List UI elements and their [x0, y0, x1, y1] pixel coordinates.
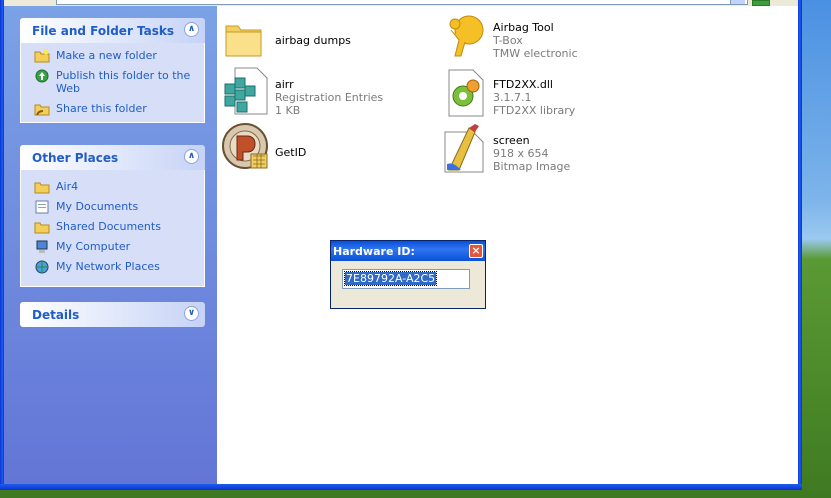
hardware-id-value: 7E89792A-A2C5: [343, 271, 438, 286]
file-item[interactable]: GetID: [221, 122, 421, 174]
dialog-title-bar[interactable]: Hardware ID: ×: [331, 241, 485, 261]
file-item[interactable]: screen 918 x 654 Bitmap Image: [439, 122, 639, 178]
file-name: airr: [275, 78, 294, 91]
task-publish-web[interactable]: Publish this folder to the Web: [21, 69, 204, 95]
file-item[interactable]: Airbag Tool T-Box TMW electronic: [443, 12, 643, 64]
folder-icon: [225, 25, 262, 57]
file-list-area: airbag dumps Airbag Tool T-Box TMW elect…: [217, 6, 798, 484]
place-my-computer[interactable]: My Computer: [21, 240, 204, 253]
place-air4[interactable]: Air4: [21, 180, 204, 194]
place-label: Shared Documents: [56, 220, 161, 233]
file-description: FTD2XX library: [493, 104, 576, 117]
airbag-app-icon: [449, 15, 484, 57]
hardware-id-dialog: Hardware ID: × 7E89792A-A2C5: [330, 240, 486, 309]
place-my-network-places[interactable]: My Network Places: [21, 260, 204, 274]
window-frame-left: [0, 0, 4, 490]
file-company: T-Box: [493, 34, 523, 47]
file-item[interactable]: airbag dumps: [225, 12, 425, 64]
file-item[interactable]: airr Registration Entries 1 KB: [221, 66, 421, 118]
file-name: GetID: [275, 146, 307, 159]
folder-icon: [34, 182, 50, 194]
shared-folder-icon: [34, 222, 50, 234]
close-icon[interactable]: ×: [469, 244, 483, 258]
place-my-documents[interactable]: My Documents: [21, 200, 204, 214]
file-type: Bitmap Image: [493, 160, 571, 173]
file-type: Registration Entries: [275, 91, 384, 104]
task-label: Share this folder: [56, 102, 147, 115]
place-shared-documents[interactable]: Shared Documents: [21, 220, 204, 234]
collapse-chevron-icon[interactable]: ∧: [184, 149, 199, 164]
other-places-panel: Other Places ∧ Air4 My Documents Shared …: [20, 145, 205, 287]
publish-web-icon: [35, 69, 49, 83]
address-dropdown-button[interactable]: [730, 0, 745, 4]
file-folder-tasks-body: Make a new folder Publish this folder to…: [20, 43, 205, 123]
file-version: 3.1.7.1: [493, 91, 532, 104]
expand-chevron-icon[interactable]: ∨: [184, 306, 199, 321]
place-label: My Computer: [56, 240, 131, 253]
panel-title: Other Places: [32, 151, 119, 165]
file-folder-tasks-header[interactable]: File and Folder Tasks ∧: [20, 18, 205, 43]
other-places-body: Air4 My Documents Shared Documents My Co…: [20, 170, 205, 287]
task-make-new-folder[interactable]: Make a new folder: [21, 49, 204, 63]
details-header[interactable]: Details ∨: [20, 302, 205, 327]
task-label: Publish this folder to the Web: [56, 69, 191, 95]
my-computer-icon: [36, 240, 48, 253]
address-field[interactable]: [56, 0, 748, 5]
file-size: 1 KB: [275, 104, 301, 117]
file-item[interactable]: FTD2XX.dll 3.1.7.1 FTD2XX library: [443, 66, 643, 118]
hardware-id-field[interactable]: 7E89792A-A2C5: [342, 269, 470, 289]
getid-app-icon: [222, 123, 268, 169]
share-folder-icon: [34, 104, 50, 116]
file-name: screen: [493, 134, 530, 147]
panel-title: Details: [32, 308, 80, 322]
bitmap-icon: [444, 124, 484, 173]
desktop-edge: [801, 0, 831, 498]
new-folder-icon: [34, 49, 50, 63]
registry-file-icon: [224, 67, 268, 115]
window-frame-right: [798, 0, 802, 490]
task-share-folder[interactable]: Share this folder: [21, 102, 204, 116]
panel-title: File and Folder Tasks: [32, 24, 175, 38]
collapse-chevron-icon[interactable]: ∧: [184, 22, 199, 37]
file-name: airbag dumps: [275, 34, 351, 47]
place-label: My Network Places: [56, 260, 160, 273]
file-folder-tasks-panel: File and Folder Tasks ∧ Make a new folde…: [20, 18, 205, 123]
file-description: TMW electronic: [493, 47, 578, 60]
file-name: Airbag Tool: [493, 21, 554, 34]
task-label: Make a new folder: [56, 49, 157, 62]
file-name: FTD2XX.dll: [493, 78, 553, 91]
task-pane: File and Folder Tasks ∧ Make a new folde…: [4, 6, 217, 484]
network-places-icon: [35, 260, 49, 274]
file-dimensions: 918 x 654: [493, 147, 549, 160]
place-label: My Documents: [56, 200, 139, 213]
place-label: Air4: [56, 180, 79, 193]
window-frame-bottom: [0, 484, 802, 490]
dll-icon: [448, 69, 484, 117]
dialog-title: Hardware ID:: [333, 245, 415, 258]
my-documents-icon: [35, 200, 49, 214]
details-panel: Details ∨: [20, 302, 205, 327]
other-places-header[interactable]: Other Places ∧: [20, 145, 205, 170]
